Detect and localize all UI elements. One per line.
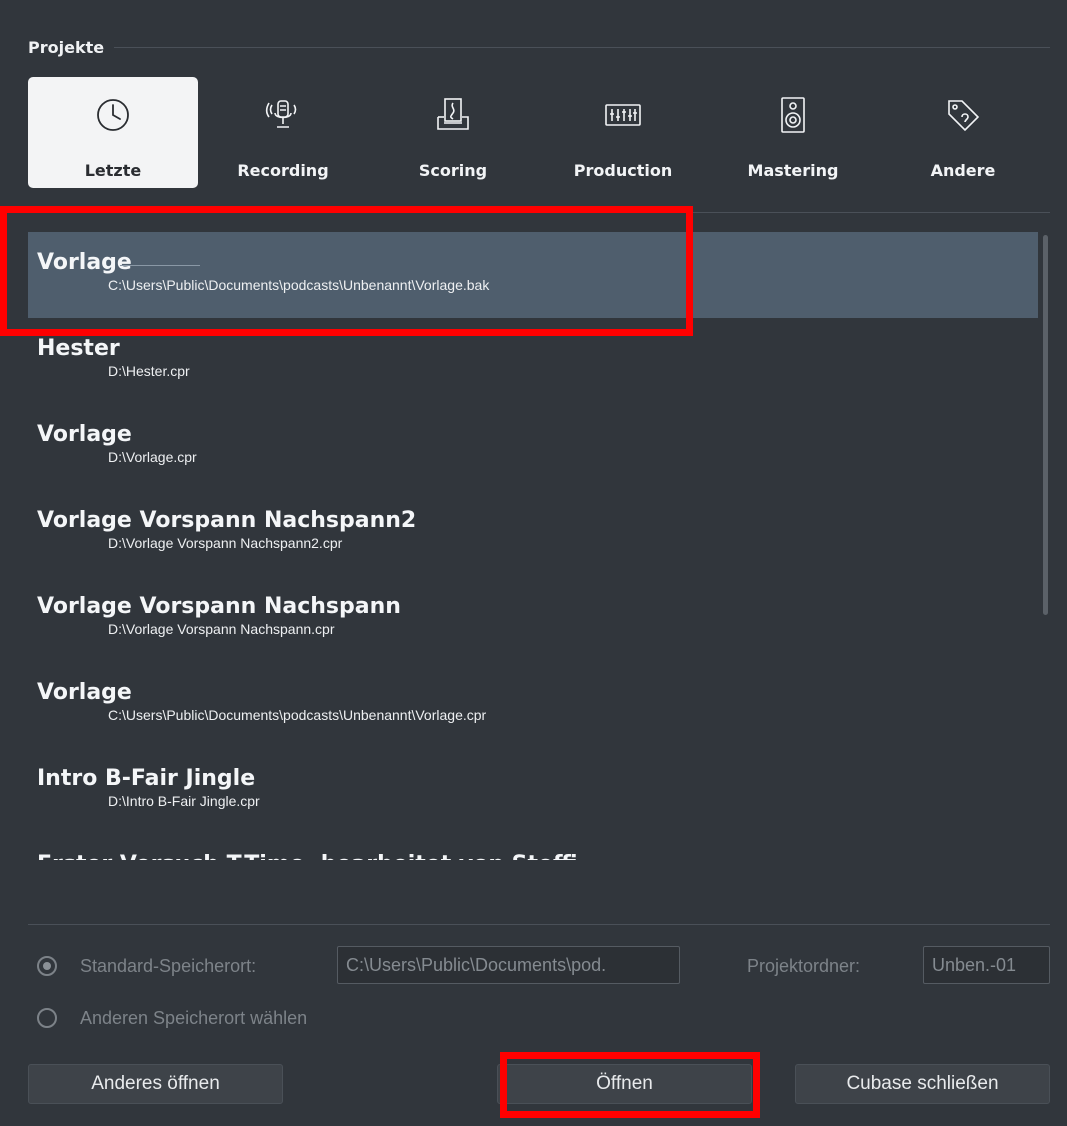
section-divider — [114, 46, 1050, 48]
project-path: C:\Users\Public\Documents\podcasts\Unben… — [108, 707, 487, 723]
other-open-button[interactable]: Anderes öffnen — [28, 1064, 283, 1104]
selection-underline — [120, 265, 200, 266]
mixer-icon — [603, 95, 643, 135]
standard-location-radio[interactable] — [37, 956, 57, 976]
project-name: Vorlage — [37, 422, 132, 447]
project-path: D:\Vorlage Vorspann Nachspann.cpr — [108, 621, 335, 637]
standard-location-label: Standard-Speicherort: — [80, 956, 257, 976]
list-item[interactable]: Erster Versuch T-Time, bearbeitet von St… — [28, 834, 1038, 860]
list-scrollbar[interactable] — [1043, 235, 1048, 855]
tab-label: Andere — [930, 161, 996, 180]
tab-label: Production — [573, 161, 673, 180]
project-path: C:\Users\Public\Documents\podcasts\Unben… — [108, 277, 490, 293]
speaker-icon — [773, 95, 813, 135]
other-location-label: Anderen Speicherort wählen — [80, 1008, 308, 1028]
list-item[interactable]: Vorlage C:\Users\Public\Documents\podcas… — [28, 232, 1038, 318]
tab-production[interactable]: Production — [538, 77, 708, 188]
project-path: D:\Hester.cpr — [108, 363, 190, 379]
project-name: Hester — [37, 336, 120, 361]
tab-recording[interactable]: Recording — [198, 77, 368, 188]
project-folder-label: Projektordner: — [747, 956, 861, 976]
list-item[interactable]: Vorlage Vorspann Nachspann D:\Vorlage Vo… — [28, 576, 1038, 662]
project-name: Vorlage Vorspann Nachspann — [37, 594, 401, 619]
list-item[interactable]: Vorlage Vorspann Nachspann2 D:\Vorlage V… — [28, 490, 1038, 576]
tab-label: Letzte — [84, 161, 142, 180]
tab-letzte[interactable]: Letzte — [28, 77, 198, 188]
clock-icon — [93, 95, 133, 135]
list-item[interactable]: Vorlage C:\Users\Public\Documents\podcas… — [28, 662, 1038, 748]
music-sheet-icon — [433, 95, 473, 135]
tab-andere[interactable]: Andere — [878, 77, 1048, 188]
category-tabs: Letzte Recording Scoring Production Mast… — [28, 77, 1050, 188]
projects-section-header: Projekte — [28, 34, 1050, 60]
recent-projects-list: Vorlage C:\Users\Public\Documents\podcas… — [28, 232, 1038, 860]
project-name: Intro B-Fair Jingle — [37, 766, 256, 791]
project-name: Vorlage Vorspann Nachspann2 — [37, 508, 417, 533]
project-folder-field[interactable]: Unben.-01 — [923, 946, 1050, 984]
project-path: D:\Vorlage Vorspann Nachspann2.cpr — [108, 535, 343, 551]
tab-label: Recording — [237, 161, 329, 180]
project-path: D:\Intro B-Fair Jingle.cpr — [108, 793, 260, 809]
tab-scoring[interactable]: Scoring — [368, 77, 538, 188]
microphone-icon — [263, 95, 303, 135]
list-item[interactable]: Vorlage D:\Vorlage.cpr — [28, 404, 1038, 490]
scrollbar-thumb[interactable] — [1043, 235, 1048, 615]
tab-mastering[interactable]: Mastering — [708, 77, 878, 188]
tag-icon — [943, 95, 983, 135]
project-path: D:\Vorlage.cpr — [108, 449, 197, 465]
radio-selected-dot — [43, 962, 51, 970]
list-item[interactable]: Hester D:\Hester.cpr — [28, 318, 1038, 404]
tab-label: Mastering — [747, 161, 839, 180]
tab-label: Scoring — [418, 161, 488, 180]
section-title: Projekte — [28, 37, 105, 57]
list-item[interactable]: Intro B-Fair Jingle D:\Intro B-Fair Jing… — [28, 748, 1038, 834]
project-name: Vorlage — [37, 250, 132, 275]
open-button[interactable]: Öffnen — [497, 1064, 752, 1104]
bottom-divider — [28, 924, 1050, 925]
project-name: Vorlage — [37, 680, 132, 705]
tabs-divider — [28, 212, 1050, 213]
project-name: Erster Versuch T-Time, bearbeitet von St… — [37, 852, 1038, 860]
close-cubase-button[interactable]: Cubase schließen — [795, 1064, 1050, 1104]
standard-location-field[interactable]: C:\Users\Public\Documents\pod. — [337, 946, 680, 984]
other-location-radio[interactable] — [37, 1008, 57, 1028]
